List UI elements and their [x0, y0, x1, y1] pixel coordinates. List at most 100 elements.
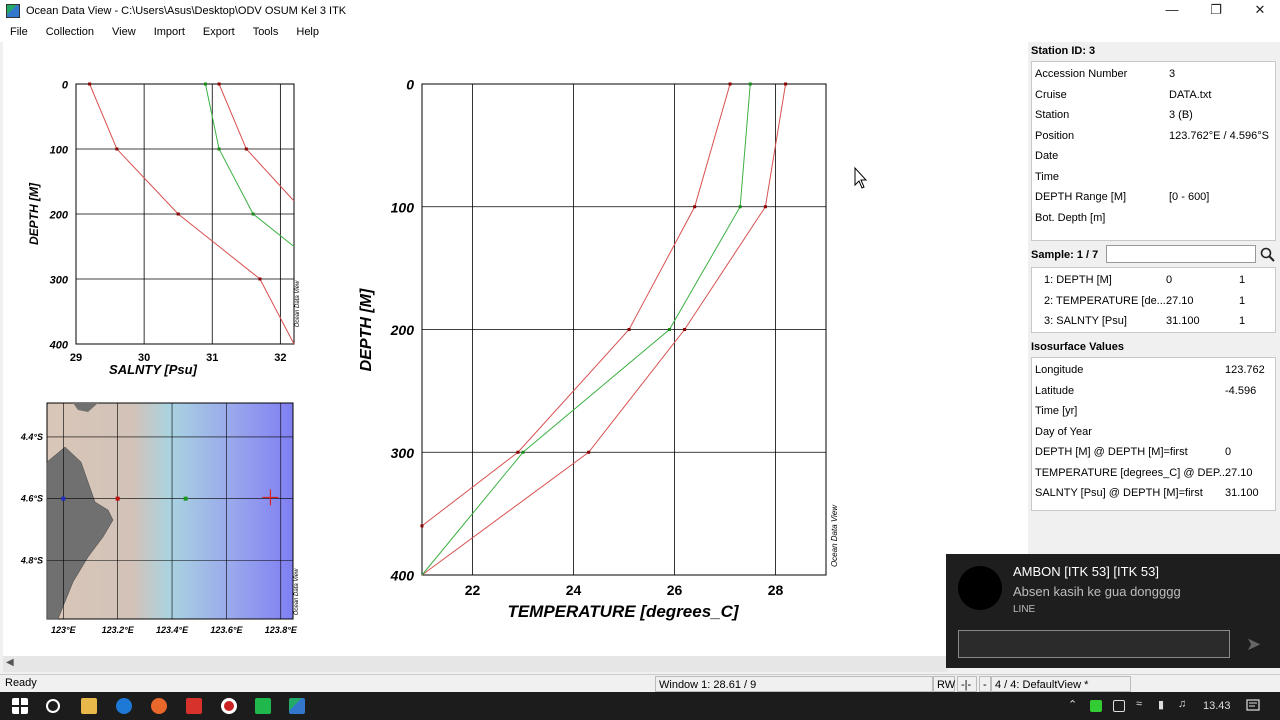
menu-help[interactable]: Help: [286, 26, 327, 38]
temperature-chart[interactable]: 22 24 26 28 0 100 200 300 400 TEMPERATURE [degre…: [358, 77, 839, 621]
status-rw: RW: [933, 676, 955, 692]
iso-row-label: Longitude: [1035, 364, 1084, 376]
cortana-icon[interactable]: [45, 698, 61, 714]
firefox-icon[interactable]: [151, 698, 167, 714]
sample-row-value: 31.100: [1166, 315, 1200, 327]
notification-center-icon[interactable]: [1245, 698, 1261, 714]
station-map[interactable]: 123°E 123.2°E 123.4°E 123.6°E 123.8°E 4.4°S 4.…: [20, 402, 300, 635]
temperature-point: [420, 524, 424, 528]
windows-start-icon[interactable]: [12, 698, 28, 714]
send-icon[interactable]: ➤: [1246, 634, 1261, 655]
maximize-button[interactable]: ❐: [1194, 0, 1238, 22]
menu-view[interactable]: View: [102, 26, 144, 38]
station-row-value: [0 - 600]: [1169, 191, 1210, 203]
volume-icon[interactable]: ♫: [1178, 698, 1186, 710]
line-app-icon[interactable]: [255, 698, 271, 714]
menu-export[interactable]: Export: [193, 26, 243, 38]
menu-import[interactable]: Import: [144, 26, 193, 38]
minimize-button[interactable]: —: [1150, 0, 1194, 22]
salinity-watermark: Ocean Data View: [295, 280, 301, 327]
windows-taskbar: ⌃ ≈ ▮ ♫ 13.43: [0, 692, 1280, 720]
iso-row-value: 0: [1225, 446, 1232, 458]
line-notification[interactable]: AMBON [ITK 53] [ITK 53] Absen kasih ke g…: [946, 554, 1280, 668]
salinity-ytick: 0: [62, 80, 69, 92]
isosurface-header: Isosurface Values: [1031, 341, 1124, 353]
wifi-icon[interactable]: ≈: [1136, 698, 1142, 710]
sample-row-value: 0: [1166, 274, 1173, 286]
temperature-point: [587, 450, 591, 454]
plot-canvas[interactable]: 29 30 31 32 0 100 200 300 400 SALNTY [Psu] DEPTH…: [3, 42, 1028, 656]
map-lon-tick: 123.6°E: [210, 625, 243, 635]
salinity-ytick: 400: [49, 340, 69, 352]
salinity-xtick: 31: [206, 352, 218, 364]
iso-row-value: 31.100: [1225, 487, 1259, 499]
mouse-cursor-icon: [854, 166, 868, 189]
sample-row-label: 2: TEMPERATURE [de...: [1044, 294, 1166, 307]
iso-row-label: Time [yr]: [1035, 405, 1078, 417]
sample-values-box: 1: DEPTH [M] 0 1 2: TEMPERATURE [de... 27.10…: [1031, 267, 1276, 333]
menu-tools[interactable]: Tools: [243, 26, 287, 38]
app-red-icon[interactable]: [186, 698, 202, 714]
temperature-ytick: 0: [406, 77, 414, 93]
salinity-ytick: 300: [50, 275, 69, 287]
temperature-point: [784, 82, 788, 86]
scroll-left-icon[interactable]: ◀: [6, 657, 14, 668]
isosurface-box: Longitude 123.762 Latitude -4.596 Time [yr] D…: [1031, 357, 1276, 511]
window-title: Ocean Data View - C:\Users\Asus\Desktop\…: [26, 5, 347, 17]
salinity-point: [176, 212, 180, 216]
map-watermark: Ocean Data View: [294, 568, 300, 615]
reply-input[interactable]: [958, 630, 1230, 658]
search-icon[interactable]: [1260, 247, 1276, 263]
tray-chevron-icon[interactable]: ⌃: [1068, 698, 1077, 711]
sample-search-input[interactable]: [1106, 245, 1256, 263]
map-station[interactable]: [61, 496, 66, 501]
record-icon[interactable]: [221, 698, 237, 714]
salinity-xtick: 32: [274, 352, 286, 364]
salinity-point: [244, 147, 248, 151]
map-lat-tick: 4.6°S: [20, 494, 43, 504]
avatar: [958, 566, 1002, 610]
station-row-label: Position: [1035, 129, 1075, 142]
odv-taskbar-icon[interactable]: [289, 698, 305, 714]
sample-row-label: 3: SALNTY [Psu]: [1044, 315, 1127, 327]
station-id-header: Station ID: 3: [1031, 45, 1096, 57]
sample-header: Sample: 1 / 7: [1031, 249, 1099, 261]
notification-title: AMBON [ITK 53] [ITK 53]: [1013, 564, 1159, 579]
salinity-y-label: DEPTH [M]: [27, 182, 41, 245]
horizontal-scrollbar[interactable]: ◀: [3, 656, 948, 672]
map-station[interactable]: [115, 496, 120, 501]
temperature-point: [693, 205, 697, 209]
notification-app: LINE: [1013, 604, 1036, 615]
close-button[interactable]: ✕: [1238, 0, 1280, 22]
file-explorer-icon[interactable]: [81, 698, 97, 714]
temperature-point: [627, 328, 631, 331]
menu-file[interactable]: File: [0, 26, 36, 38]
battery-icon[interactable]: ▮: [1158, 698, 1164, 711]
status-window-coords: Window 1: 28.61 / 9: [655, 676, 933, 692]
tray-app-icon[interactable]: [1090, 700, 1102, 712]
clock[interactable]: 13.43: [1203, 700, 1231, 712]
edge-icon[interactable]: [116, 698, 132, 714]
station-row-label: Bot. Depth [m]: [1035, 211, 1106, 224]
iso-row-value: 27.10: [1225, 466, 1253, 479]
salinity-point: [88, 82, 92, 86]
station-row-label: Date: [1035, 150, 1059, 162]
title-bar: Ocean Data View - C:\Users\Asus\Desktop\…: [0, 0, 1280, 22]
map-station[interactable]: [183, 496, 188, 501]
station-row-value: 123.762°E / 4.596°S: [1169, 129, 1269, 142]
status-bar: Ready Window 1: 28.61 / 9 RW -|- - 4 / 4…: [0, 674, 1280, 692]
notification-message: Absen kasih ke gua dongggg: [1013, 584, 1181, 599]
sample-row-flag: 1: [1239, 294, 1246, 307]
iso-row-value: -4.596: [1225, 384, 1257, 397]
map-lon-tick: 123.4°E: [156, 625, 189, 635]
menu-collection[interactable]: Collection: [36, 26, 102, 38]
salinity-point: [258, 277, 262, 281]
tray-keyboard-icon[interactable]: [1113, 700, 1125, 712]
iso-row-value: 123.762: [1225, 364, 1265, 376]
temperature-point: [738, 205, 742, 209]
temperature-point: [516, 450, 520, 454]
salinity-ytick: 200: [49, 210, 69, 222]
iso-row-label: TEMPERATURE [degrees_C] @ DEP...: [1035, 466, 1228, 479]
salinity-chart[interactable]: 29 30 31 320100200300400 SALNTY [Psu] DEPTH…: [27, 80, 301, 377]
menu-bar: File Collection View Import Export Tools…: [0, 22, 1280, 42]
